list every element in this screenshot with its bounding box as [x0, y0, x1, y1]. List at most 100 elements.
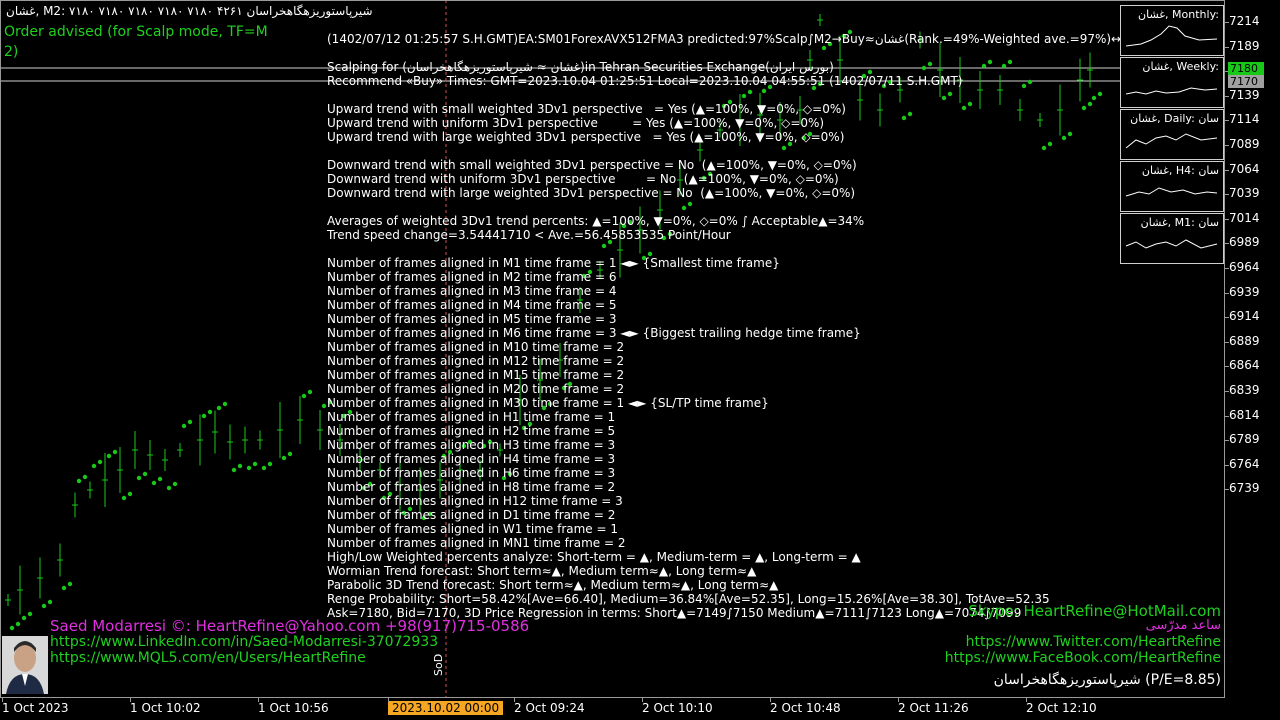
info-line: Wormian Trend forecast: Short term≈▲, Me…: [327, 564, 757, 578]
price-tick-label: 7139: [1229, 87, 1260, 102]
price-tick-mark: [1225, 218, 1229, 220]
price-chart[interactable]: غشان, M2: ۷۱۸۰ ۷۱۸۰ ۷۱۸۰ ۷۱۸۰ ۷۱۸۰ ۴۲۶۱ …: [0, 0, 1225, 698]
price-tick-mark: [1225, 194, 1229, 196]
time-tick-label: 2023.10.02 00:00: [388, 701, 504, 715]
sar-dot: [91, 463, 97, 469]
info-line: Number of frames aligned in M15 time fra…: [327, 368, 625, 382]
sar-dot: [231, 467, 237, 473]
price-tick-label: 6839: [1229, 383, 1260, 397]
price-tick-label: 7089: [1229, 137, 1260, 151]
price-axis[interactable]: 7214718971647139711470897064703970146989…: [1225, 0, 1280, 698]
info-line: [327, 88, 1164, 102]
sar-dot: [187, 419, 193, 425]
sar-dot: [21, 615, 27, 621]
time-tick-label: 2 Oct 10:48: [770, 701, 841, 715]
info-line: Number of frames aligned in W1 time fram…: [327, 522, 619, 536]
mini-weekly-label: غشان, Weekly:: [1142, 60, 1219, 73]
sar-dot: [281, 455, 287, 461]
mini-chart-monthly[interactable]: غشان, Monthly:: [1120, 5, 1224, 56]
time-tick-label: 1 Oct 10:56: [258, 701, 329, 715]
info-line: Number of frames aligned in M10 time fra…: [327, 340, 625, 354]
mini-chart-h4[interactable]: غشان, H4: سان: [1120, 161, 1224, 212]
sar-dot: [136, 475, 142, 481]
sar-dot: [157, 476, 163, 482]
author-email-link[interactable]: Saed Modarresi ©: HeartRefine@Yahoo.com …: [50, 617, 529, 635]
twitter-link[interactable]: https://www.Twitter.com/HeartRefine: [966, 634, 1221, 650]
price-tick-label: 6739: [1229, 481, 1260, 496]
info-line: Number of frames aligned in MN1 time fra…: [327, 536, 626, 550]
info-line: [327, 242, 1164, 256]
info-line: Number of frames aligned in M4 time fram…: [327, 298, 617, 312]
sar-dot: [142, 471, 148, 477]
sar-dot: [127, 491, 133, 497]
linkedin-link[interactable]: https://www.LinkedIn.com/in/Saed-Modarre…: [50, 634, 438, 650]
info-line: Upward trend with large weighted 3Dv1 pe…: [327, 130, 845, 144]
sar-dot: [237, 463, 243, 469]
info-line: Number of frames aligned in M5 time fram…: [327, 312, 617, 326]
symbol-header: غشان, M2: ۷۱۸۰ ۷۱۸۰ ۷۱۸۰ ۷۱۸۰ ۷۱۸۰ ۴۲۶۱ …: [6, 4, 373, 18]
time-tick-label: 2 Oct 11:26: [898, 701, 969, 715]
price-tick-label: 7214: [1229, 14, 1260, 28]
time-tick-label: 2 Oct 12:10: [1026, 701, 1097, 715]
sar-dot: [121, 495, 127, 501]
info-line: High/Low Weighted percents analyze: Shor…: [327, 550, 861, 564]
info-line: Number of frames aligned in M20 time fra…: [327, 382, 625, 396]
price-tick-mark: [1225, 46, 1229, 48]
sar-dot: [301, 393, 307, 399]
info-line: Upward trend with small weighted 3Dv1 pe…: [327, 102, 846, 116]
mini-chart-daily[interactable]: غشان, Daily: سان: [1120, 109, 1224, 160]
info-line: Number of frames aligned in M12 time fra…: [327, 354, 625, 368]
pe-ratio-label: شیرپاستوریزهگاهخراسان (P/E=8.85): [993, 672, 1221, 688]
price-tick-mark: [1225, 145, 1229, 146]
info-line: Parabolic 3D Trend forecast: Short term≈…: [327, 578, 779, 592]
persian-author-name: ساعد مدرّسی: [1145, 618, 1221, 633]
time-axis[interactable]: 1 Oct 2023 1 Oct 10:02 1 Oct 10:56 2023.10.…: [0, 698, 1225, 720]
sar-dot: [151, 480, 157, 486]
price-tick-mark: [1225, 243, 1229, 245]
sar-dot: [41, 603, 47, 609]
info-line: Number of frames aligned in H2 time fram…: [327, 424, 616, 438]
price-tick-label: 6764: [1229, 456, 1260, 471]
price-tick-label: 7189: [1229, 38, 1260, 53]
sar-dot: [307, 389, 313, 395]
info-line: Trend speed change=3.54441710 < Ave.=56.…: [327, 228, 731, 242]
sar-dot: [267, 461, 273, 467]
price-tick-mark: [1225, 268, 1229, 269]
sar-dot: [287, 451, 293, 457]
info-line: Number of frames aligned in M30 time fra…: [327, 396, 769, 410]
price-tick-label: 7114: [1229, 112, 1260, 127]
price-tick-label: 7064: [1229, 161, 1260, 176]
info-line: Averages of weighted 3Dv1 trend percents…: [327, 214, 865, 228]
mini-chart-weekly[interactable]: غشان, Weekly:: [1120, 57, 1224, 108]
info-line: Number of frames aligned in H6 time fram…: [327, 466, 616, 480]
sar-dot: [76, 478, 82, 484]
info-line: Scalping for (غشان ≈ شیرپاستوریزهگاهخراس…: [327, 60, 834, 74]
time-tick-label: 2 Oct 09:24: [514, 701, 585, 715]
time-tick-mark: [258, 698, 259, 702]
bid-price-tag: 7170: [1228, 75, 1264, 88]
sar-dot: [82, 474, 88, 480]
facebook-link[interactable]: https://www.FaceBook.com/HeartRefine: [945, 650, 1221, 666]
price-tick-mark: [1225, 120, 1229, 122]
mql5-link[interactable]: https://www.MQL5.com/en/Users/HeartRefin…: [50, 650, 366, 666]
mini-h4-label: غشان, H4: سان: [1141, 164, 1219, 177]
sar-dot: [9, 625, 15, 631]
sar-dot: [321, 403, 327, 409]
sar-dot: [216, 405, 222, 411]
price-tick-label: 6964: [1229, 260, 1260, 274]
mini-chart-m1[interactable]: غشان, M1: سان: [1120, 213, 1224, 264]
sar-dot: [166, 485, 172, 491]
price-tick-label: 7014: [1229, 210, 1260, 225]
time-tick-mark: [898, 698, 899, 702]
sar-dot: [97, 459, 103, 465]
info-line: Number of frames aligned in H4 time fram…: [327, 452, 616, 466]
price-tick-mark: [1225, 341, 1229, 343]
mini-monthly-label: غشان, Monthly:: [1138, 8, 1219, 21]
info-line: Number of frames aligned in M3 time fram…: [327, 284, 617, 298]
sar-dot: [246, 465, 252, 471]
info-line: Number of frames aligned in M1 time fram…: [327, 256, 780, 270]
sar-dot: [112, 449, 118, 455]
time-tick-mark: [1026, 698, 1027, 702]
time-tick-mark: [642, 698, 643, 702]
price-tick-label: 6989: [1229, 235, 1260, 250]
